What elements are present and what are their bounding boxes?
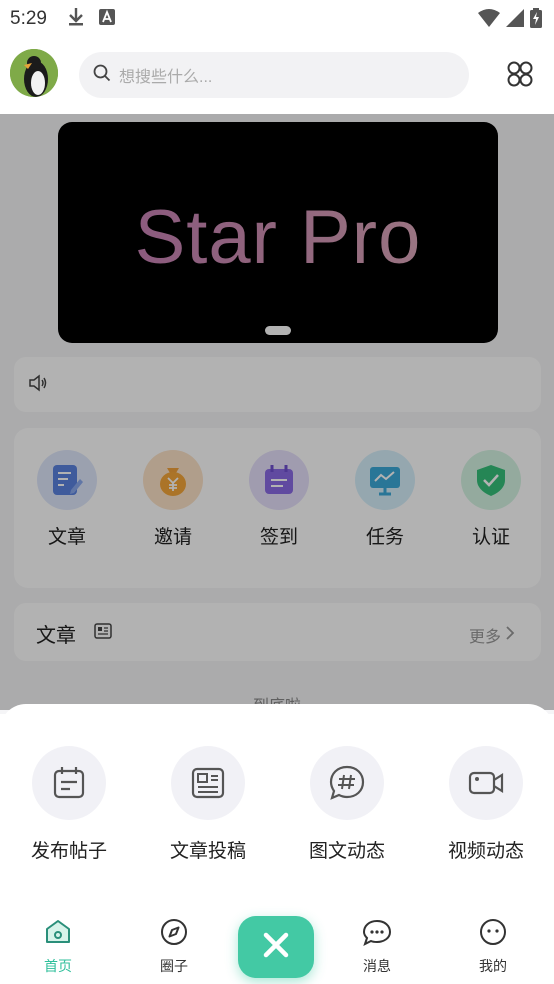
search-input[interactable]: 想搜些什么... (79, 52, 469, 98)
sheet-action-image-text[interactable]: 图文动态 (287, 746, 407, 863)
top-bar: 想搜些什么... (0, 38, 554, 114)
compass-icon (160, 919, 188, 950)
home-icon (44, 920, 72, 950)
tab-profile[interactable]: 我的 (453, 918, 533, 976)
dim-overlay[interactable] (0, 114, 554, 710)
search-icon (93, 64, 111, 86)
hashtag-chat-icon (310, 746, 384, 820)
tab-messages[interactable]: 消息 (337, 918, 417, 976)
download-icon (67, 7, 85, 31)
sheet-action-post[interactable]: 发布帖子 (9, 746, 129, 863)
close-icon (261, 930, 291, 964)
tab-label: 圈子 (160, 959, 188, 975)
avatar[interactable] (10, 49, 58, 97)
bottom-tab-bar: 首页 圈子 消息 我的 (0, 906, 554, 984)
sheet-action-article-submit[interactable]: 文章投稿 (148, 746, 268, 863)
battery-charging-icon (530, 8, 542, 32)
sheet-action-label: 图文动态 (308, 840, 385, 862)
sheet-action-label: 发布帖子 (30, 840, 107, 862)
sheet-action-label: 视频动态 (447, 840, 524, 862)
article-submit-icon (171, 746, 245, 820)
profile-face-icon (479, 919, 507, 950)
tab-circle[interactable]: 圈子 (134, 918, 214, 976)
close-publish-button[interactable] (238, 916, 314, 978)
grid-menu-icon[interactable] (506, 60, 534, 88)
signal-icon (506, 9, 524, 31)
status-bar: 5:29 (0, 0, 554, 38)
tab-label: 首页 (44, 959, 72, 975)
search-placeholder: 想搜些什么... (119, 69, 213, 86)
message-icon (362, 919, 392, 950)
sheet-action-label: 文章投稿 (169, 840, 246, 862)
wifi-icon (478, 9, 500, 31)
tab-label: 我的 (479, 959, 507, 975)
video-camera-icon (449, 746, 523, 820)
post-calendar-icon (32, 746, 106, 820)
sheet-action-video[interactable]: 视频动态 (426, 746, 546, 863)
status-time: 5:29 (10, 8, 47, 29)
font-a-icon (98, 9, 115, 29)
tab-home[interactable]: 首页 (18, 918, 98, 976)
tab-label: 消息 (363, 959, 391, 975)
